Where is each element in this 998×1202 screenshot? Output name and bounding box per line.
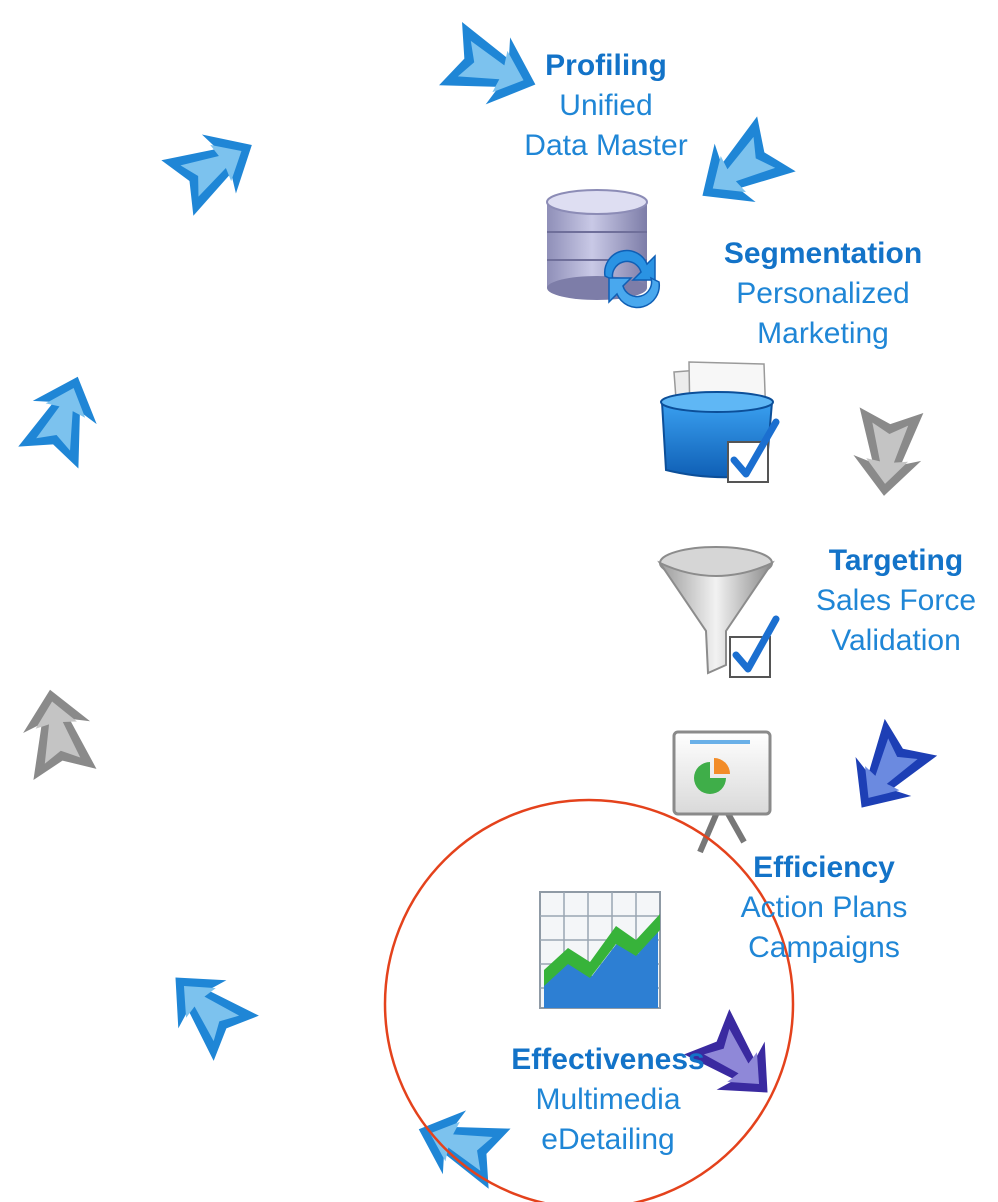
stage-line: Data Master: [524, 129, 688, 162]
funnel-check-icon: [657, 546, 780, 678]
stage-title: Profiling: [545, 49, 667, 82]
stage-segmentation-label: Segmentation Personalized Marketing: [692, 234, 954, 354]
stage-line: Personalized: [736, 277, 910, 310]
stage-line: Validation: [831, 624, 961, 657]
stage-profiling-label: Profiling Unified Data Master: [498, 46, 714, 166]
stage-effectiveness-label: Effectiveness Multimedia eDetailing: [488, 1040, 728, 1160]
stage-line: Sales Force: [815, 584, 977, 617]
stage-line: Marketing: [757, 317, 889, 350]
stage-title: Segmentation: [723, 237, 923, 270]
arrow-cycle-left-gray: [23, 689, 97, 780]
arrow-targeting-to-efficiency: [855, 718, 938, 808]
stage-line: Action Plans: [740, 891, 908, 924]
arrow-cycle-lower-left: [175, 977, 259, 1061]
arrow-segmentation-to-targeting: [853, 407, 924, 496]
stage-efficiency-label: Efficiency Action Plans Campaigns: [716, 848, 932, 968]
database-sync-icon: [546, 189, 661, 309]
chart-growth-icon: [539, 891, 661, 1009]
arrow-cycle-top-left: [161, 134, 252, 216]
stage-line: Campaigns: [748, 931, 900, 964]
stage-title: Targeting: [828, 544, 964, 577]
presentation-board-icon: [672, 730, 772, 854]
stage-targeting-label: Targeting Sales Force Validation: [798, 541, 994, 661]
stage-line: eDetailing: [541, 1123, 675, 1156]
stage-line: Multimedia: [535, 1083, 681, 1116]
stage-title: Effectiveness: [511, 1043, 705, 1076]
stage-line: Unified: [559, 89, 653, 122]
folder-box-check-icon: [660, 361, 780, 483]
arrow-cycle-left-upper: [18, 376, 97, 469]
stage-title: Efficiency: [753, 851, 895, 884]
